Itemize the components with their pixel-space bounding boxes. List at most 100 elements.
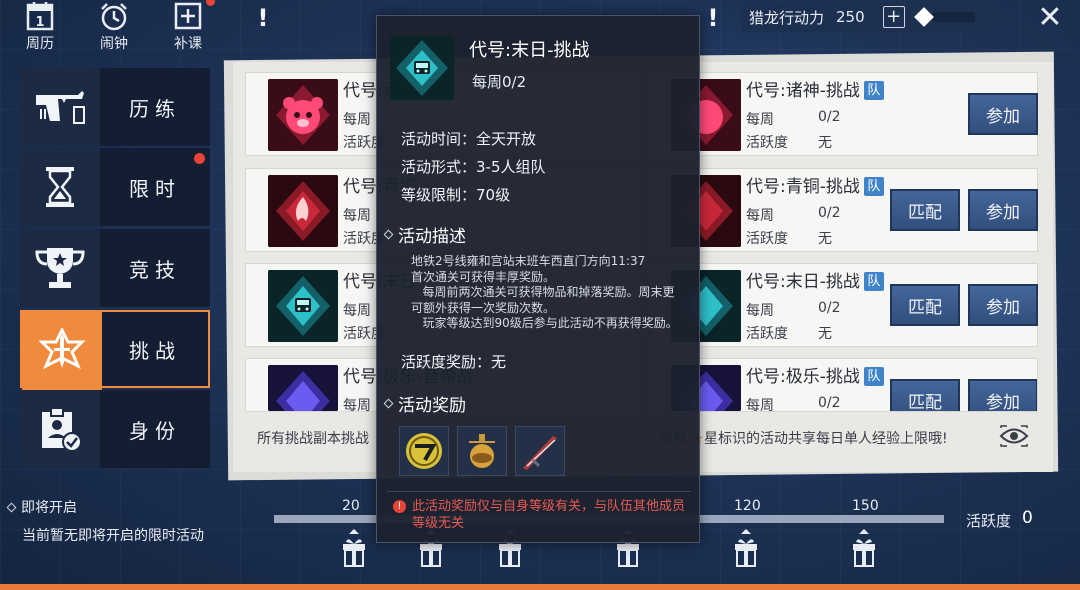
week-label: 每周 <box>746 398 774 412</box>
week-label: 每周 <box>343 398 371 414</box>
progress-tick-120: 120 <box>734 498 761 514</box>
diamond-bullet-icon <box>383 229 394 240</box>
sword-star-icon <box>22 312 102 390</box>
calendar-button[interactable]: 1 周历 <box>12 0 68 56</box>
hourglass-icon <box>20 148 100 226</box>
bear-thumbnail-icon <box>268 79 338 151</box>
alert-icon[interactable]: ! <box>253 4 273 32</box>
stamina-add-button[interactable]: + <box>882 6 905 28</box>
calendar-icon: 1 <box>26 0 54 32</box>
svg-text:1: 1 <box>35 15 44 30</box>
week-value: 0/2 <box>818 205 841 221</box>
upcoming-title-text: 即将开启 <box>21 500 77 516</box>
pistol-icon <box>20 68 100 146</box>
tooltip-activity-reward: 活跃度奖励：无 <box>401 353 507 371</box>
challenge-card-bliss[interactable]: 代号:极乐-挑战队 每周 0/2 匹配 参加 <box>648 358 1038 412</box>
bottom-strip <box>0 584 1080 590</box>
bliss-thumbnail-icon <box>268 365 338 411</box>
card-name: 代号:极乐-挑战队 <box>746 362 884 387</box>
reward-weapon-icon[interactable] <box>515 426 565 476</box>
eye-icon <box>999 425 1029 447</box>
stamina-bar: 猎龙行动力 250 + <box>741 2 995 32</box>
bronze-thumbnail-icon <box>268 175 338 247</box>
card-name: 代号:末日-挑战队 <box>746 267 884 292</box>
footer-note-right: 带有 ★星标识的活动共享每日单人经验上限哦! <box>659 428 948 448</box>
stamina-slider-track <box>932 12 975 22</box>
stamina-label: 猎龙行动力 <box>749 8 825 27</box>
gift-box-icon[interactable] <box>732 528 760 568</box>
tooltip-warning: ! 此活动奖励仅与自身等级有关，与队伍其他成员 等级无关 <box>393 498 685 532</box>
makeup-button[interactable]: 补课 <box>160 0 216 56</box>
match-button[interactable]: 匹配 <box>890 284 960 326</box>
join-button[interactable]: 参加 <box>968 189 1038 231</box>
tooltip-divider <box>387 491 691 492</box>
alarm-label: 闹钟 <box>100 36 128 52</box>
nav-label-practice: 历练 <box>129 96 181 121</box>
week-value: 0/2 <box>818 109 841 125</box>
tooltip-desc-header: 活动描述 <box>383 222 466 247</box>
team-badge: 队 <box>863 81 884 100</box>
activity-detail-tooltip: 代号:末日-挑战 每周0/2 活动时间：全天开放 活动形式：3-5人组队 等级限… <box>376 15 700 543</box>
nav-item-challenge[interactable]: 挑战 <box>20 310 210 390</box>
stamina-value: 250 <box>836 8 865 26</box>
nav-item-identity[interactable]: 身份 <box>20 390 210 468</box>
makeup-label: 补课 <box>174 36 202 52</box>
upcoming-title: 即将开启 <box>6 497 77 517</box>
progress-tick-20: 20 <box>342 498 360 514</box>
nav-item-practice[interactable]: 历练 <box>20 68 210 146</box>
gift-box-icon[interactable] <box>850 528 878 568</box>
eye-toggle-button[interactable] <box>997 422 1031 450</box>
id-badge-icon <box>20 390 100 468</box>
close-button[interactable]: ✕ <box>1032 0 1068 35</box>
week-label: 每周 <box>746 208 774 224</box>
challenge-card-bronze[interactable]: 代号:青铜-挑战队 每周 0/2 活跃度 无 匹配 参加 <box>648 168 1038 252</box>
week-value: 0/2 <box>818 395 841 411</box>
card-name: 代号:诸神-挑战队 <box>746 76 884 101</box>
doomsday-thumbnail-icon <box>390 36 454 100</box>
tooltip-description: 地铁2号线雍和宫站末班车西直门方向11:37 首次通关可获得丰厚奖励。 每周前两… <box>411 254 678 330</box>
footer-note-left: 所有挑战副本挑战 <box>257 431 369 447</box>
challenge-card-gods[interactable]: 代号:诸神-挑战队 每周 0/2 活跃度 无 参加 <box>648 72 1038 156</box>
team-badge: 队 <box>863 177 884 196</box>
join-button[interactable]: 参加 <box>968 284 1038 326</box>
alarm-icon <box>98 0 130 32</box>
activity-value: 无 <box>818 231 832 247</box>
activity-label: 活跃度 <box>746 135 788 151</box>
nav-label-arena: 竞技 <box>129 257 181 282</box>
activity-value: 无 <box>818 326 832 342</box>
team-badge: 队 <box>863 272 884 291</box>
doomsday-thumbnail-icon <box>268 270 338 342</box>
stamina-slider-handle[interactable] <box>913 7 934 27</box>
gift-box-icon[interactable] <box>340 528 368 568</box>
alarm-button[interactable]: 闹钟 <box>86 0 142 56</box>
diamond-bullet-icon <box>383 398 394 409</box>
progress-tick-150: 150 <box>852 498 879 514</box>
activity-value: 无 <box>818 135 832 151</box>
upcoming-desc: 当前暂无即将开启的限时活动 <box>22 528 204 544</box>
tooltip-title: 代号:末日-挑战 <box>469 40 590 61</box>
tooltip-weekly-count: 每周0/2 <box>472 73 527 91</box>
makeup-icon <box>173 0 203 32</box>
activity-label: 活跃度 <box>746 326 788 342</box>
challenge-card-doomsday[interactable]: 代号:末日-挑战队 每周 0/2 活跃度 无 匹配 参加 <box>648 263 1038 347</box>
join-button[interactable]: 参加 <box>968 379 1037 411</box>
join-button[interactable]: 参加 <box>968 93 1038 135</box>
diamond-bullet-icon <box>6 502 17 512</box>
nav-item-limited[interactable]: 限时 <box>20 148 210 226</box>
calendar-label: 周历 <box>26 36 54 52</box>
week-label: 每周 <box>343 303 371 319</box>
card-name: 代号:青铜-挑战队 <box>746 172 884 197</box>
week-label: 每周 <box>343 112 371 128</box>
reward-coin-icon[interactable] <box>399 426 449 476</box>
activity-total-value: 0 <box>1022 508 1033 528</box>
nav-label-identity: 身份 <box>129 418 181 443</box>
nav-item-arena[interactable]: 竞技 <box>20 229 210 307</box>
reward-potion-icon[interactable] <box>457 426 507 476</box>
tooltip-form: 活动形式：3-5人组队 <box>401 158 546 176</box>
week-label: 每周 <box>746 303 774 319</box>
match-button[interactable]: 匹配 <box>890 379 960 411</box>
alert-icon-right[interactable]: ! <box>703 4 723 32</box>
week-label: 每周 <box>343 208 371 224</box>
match-button[interactable]: 匹配 <box>890 189 960 231</box>
activity-total-label: 活跃度 <box>966 512 1012 530</box>
